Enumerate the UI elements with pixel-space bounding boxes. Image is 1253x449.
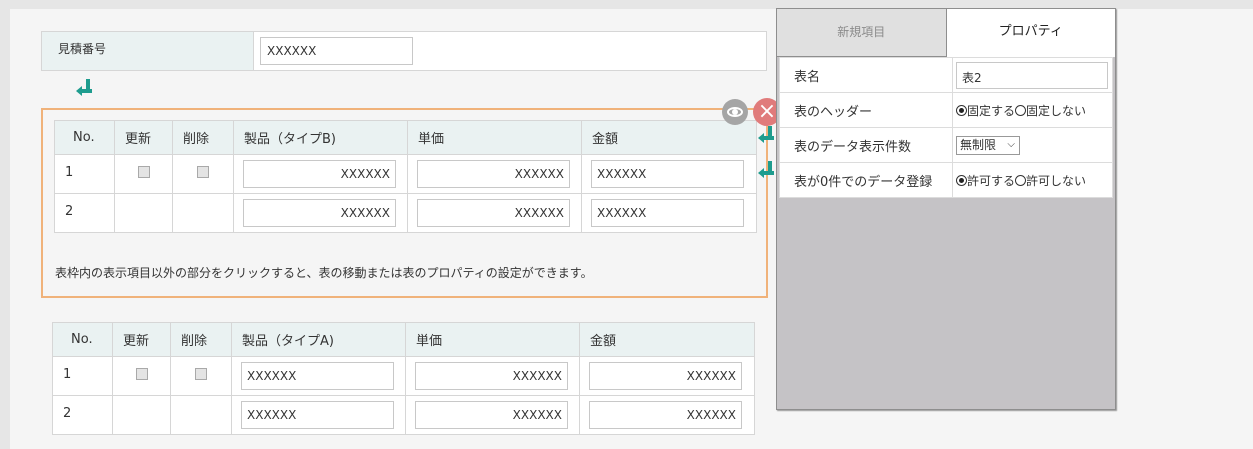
row-number: 2 <box>54 193 115 233</box>
prop-row-zero-registration: 表が0件でのデータ登録 許可する 許可しない <box>779 162 1113 198</box>
amount-input[interactable]: XXXXXX <box>589 401 742 429</box>
header-update: 更新 <box>112 322 171 357</box>
prop-value: 許可する 許可しない <box>952 162 1113 198</box>
delete-cell <box>170 356 232 396</box>
disallow-radio[interactable] <box>1015 174 1027 186</box>
update-cell <box>114 193 173 233</box>
price-input[interactable]: XXXXXX <box>417 199 570 227</box>
radio-label: 固定する <box>967 103 1016 118</box>
header-product: 製品（タイプA) <box>231 322 406 357</box>
delete-checkbox[interactable] <box>197 166 209 178</box>
product-input[interactable]: XXXXXX <box>241 401 394 429</box>
prop-label: 表が0件でのデータ登録 <box>779 162 953 198</box>
header-delete: 削除 <box>170 322 232 357</box>
display-count-select[interactable]: 無制限 ⌵ <box>956 135 1020 155</box>
product-input[interactable]: XXXXXX <box>243 199 396 227</box>
header-not-fixed-radio[interactable] <box>1015 104 1027 116</box>
prop-label: 表のデータ表示件数 <box>779 127 953 163</box>
allow-radio[interactable] <box>956 174 967 186</box>
estimate-number-row: 見積番号 XXXXXX <box>41 31 767 71</box>
price-cell: XXXXXX <box>405 356 580 396</box>
estimate-number-input[interactable]: XXXXXX <box>260 37 413 65</box>
update-cell <box>112 395 171 435</box>
table-name-input[interactable]: 表2 <box>956 61 1108 89</box>
table-row: 1 XXXXXX XXXXXX XXXXXX <box>52 356 755 396</box>
row-number: 2 <box>52 395 113 435</box>
header-price: 単価 <box>407 120 582 155</box>
return-arrow-icon <box>758 126 774 143</box>
price-cell: XXXXXX <box>407 154 582 194</box>
header-price: 単価 <box>405 322 580 357</box>
table-row: 2 XXXXXX XXXXXX XXXXXX <box>52 395 755 435</box>
selected-table-frame[interactable]: No. 更新 削除 製品（タイプB) 単価 金額 1 XXXXXX XXXXXX… <box>41 108 768 298</box>
header-update: 更新 <box>114 120 173 155</box>
update-cell <box>112 356 171 396</box>
radio-label: 許可する <box>967 173 1016 188</box>
update-checkbox[interactable] <box>135 368 148 380</box>
product-input[interactable]: XXXXXX <box>243 160 396 188</box>
table-type-b: No. 更新 削除 製品（タイプB) 単価 金額 1 XXXXXX XXXXXX… <box>54 120 757 233</box>
product-input[interactable]: XXXXXX <box>241 362 394 390</box>
header-no: No. <box>54 120 115 155</box>
product-cell: XXXXXX <box>233 193 408 233</box>
price-input[interactable]: XXXXXX <box>415 401 568 429</box>
prop-row-display-count: 表のデータ表示件数 無制限 ⌵ <box>779 127 1113 163</box>
product-cell: XXXXXX <box>233 154 408 194</box>
return-arrow-icon <box>758 161 774 178</box>
header-fixed-radio[interactable] <box>956 104 967 116</box>
price-cell: XXXXXX <box>405 395 580 435</box>
prop-row-header: 表のヘッダー 固定する 固定しない <box>779 92 1113 128</box>
prop-value: 無制限 ⌵ <box>952 127 1113 163</box>
table-header-row: No. 更新 削除 製品（タイプB) 単価 金額 <box>54 120 757 155</box>
properties-panel: 新規項目 プロパティ 表名 表2 表のヘッダー 固定する 固定しない 表のデータ表… <box>776 8 1116 410</box>
radio-label: 固定しない <box>1026 103 1087 118</box>
estimate-number-cell: XXXXXX <box>254 32 766 70</box>
radio-label: 許可しない <box>1026 173 1087 188</box>
header-amount: 金額 <box>579 322 755 357</box>
delete-checkbox[interactable] <box>195 368 207 380</box>
estimate-number-label: 見積番号 <box>42 32 254 70</box>
amount-cell: XXXXXX <box>579 395 755 435</box>
row-number: 1 <box>54 154 115 194</box>
product-cell: XXXXXX <box>231 395 406 435</box>
table-row: 1 XXXXXX XXXXXX XXXXXX <box>54 154 757 194</box>
properties-table: 表名 表2 表のヘッダー 固定する 固定しない 表のデータ表示件数 無制限 ⌵ 表が… <box>779 57 1113 198</box>
prop-label: 表名 <box>779 57 953 93</box>
prop-label: 表のヘッダー <box>779 92 953 128</box>
delete-cell <box>172 154 234 194</box>
amount-cell: XXXXXX <box>581 154 757 194</box>
table-row: 2 XXXXXX XXXXXX XXXXXX <box>54 193 757 233</box>
table-help-text: 表枠内の表示項目以外の部分をクリックすると、表の移動または表のプロパティの設定が… <box>55 266 593 280</box>
table-header-row: No. 更新 削除 製品（タイプA) 単価 金額 <box>52 322 755 357</box>
header-delete: 削除 <box>172 120 234 155</box>
amount-input[interactable]: XXXXXX <box>591 199 744 227</box>
price-cell: XXXXXX <box>407 193 582 233</box>
chevron-down-icon: ⌵ <box>1007 138 1015 150</box>
product-cell: XXXXXX <box>231 356 406 396</box>
tab-properties[interactable]: プロパティ <box>946 9 1115 57</box>
header-amount: 金額 <box>581 120 757 155</box>
panel-tabs: 新規項目 プロパティ <box>777 9 1115 57</box>
update-cell <box>114 154 173 194</box>
header-no: No. <box>52 322 113 357</box>
prop-value: 表2 <box>952 57 1113 93</box>
tab-new-item[interactable]: 新規項目 <box>777 9 947 57</box>
update-checkbox[interactable] <box>137 166 150 178</box>
amount-input[interactable]: XXXXXX <box>589 362 742 390</box>
amount-cell: XXXXXX <box>579 356 755 396</box>
delete-cell <box>172 193 234 233</box>
prop-row-table-name: 表名 表2 <box>779 57 1113 93</box>
row-number: 1 <box>52 356 113 396</box>
amount-input[interactable]: XXXXXX <box>591 160 744 188</box>
visibility-eye-icon[interactable] <box>722 99 748 125</box>
select-value: 無制限 <box>960 137 997 152</box>
table-type-a[interactable]: No. 更新 削除 製品（タイプA) 単価 金額 1 XXXXXX XXXXXX… <box>52 322 755 435</box>
return-arrow-icon <box>76 79 92 96</box>
header-product: 製品（タイプB) <box>233 120 408 155</box>
price-input[interactable]: XXXXXX <box>415 362 568 390</box>
amount-cell: XXXXXX <box>581 193 757 233</box>
prop-value: 固定する 固定しない <box>952 92 1113 128</box>
delete-cell <box>170 395 232 435</box>
price-input[interactable]: XXXXXX <box>417 160 570 188</box>
